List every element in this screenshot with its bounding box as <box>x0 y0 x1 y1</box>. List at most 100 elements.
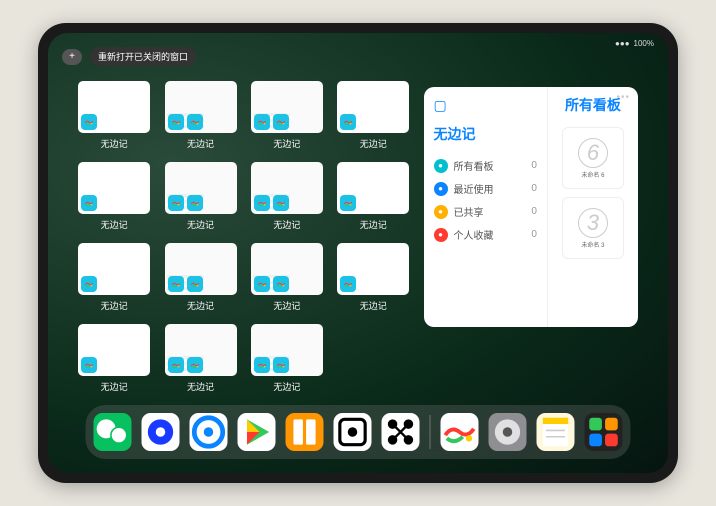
freeform-app-icon <box>254 276 270 292</box>
freeform-app-icon <box>168 114 184 130</box>
freeform-app-icon <box>340 114 356 130</box>
sidebar-item[interactable]: ●个人收藏0 <box>434 223 537 246</box>
window-card[interactable]: 无边记 <box>251 324 323 393</box>
freeform-app-icon <box>187 357 203 373</box>
window-card[interactable]: 无边记 <box>251 81 323 150</box>
dock <box>86 405 631 459</box>
freeform-app-icon <box>81 357 97 373</box>
dice-app-icon[interactable] <box>334 413 372 451</box>
clock-icon: ● <box>434 182 448 196</box>
share-icon: ● <box>434 205 448 219</box>
window-thumbnail[interactable] <box>337 162 409 214</box>
window-thumbnail[interactable] <box>165 243 237 295</box>
sidebar-item[interactable]: ●已共享0 <box>434 200 537 223</box>
window-thumbnail[interactable] <box>165 81 237 133</box>
window-label: 无边记 <box>273 218 300 231</box>
freeform-app-icon <box>273 357 289 373</box>
window-card[interactable]: 无边记 <box>251 162 323 231</box>
window-thumbnail[interactable] <box>78 162 150 214</box>
screen: ●●● 100% + 重新打开已关闭的窗口 无边记无边记无边记无边记无边记无边记… <box>48 33 668 473</box>
board-label: 未命名 3 <box>581 240 604 249</box>
board-card[interactable]: 6未命名 6 <box>562 127 624 189</box>
sidebar-item-count: 0 <box>531 206 537 217</box>
window-thumbnail[interactable] <box>165 324 237 376</box>
window-label: 无边记 <box>360 218 387 231</box>
window-thumbnail[interactable] <box>78 81 150 133</box>
more-icon[interactable]: ••• <box>616 92 630 103</box>
books-app-icon[interactable] <box>286 413 324 451</box>
window-label: 无边记 <box>273 299 300 312</box>
freeform-app-icon[interactable] <box>441 413 479 451</box>
sidebar-toggle-icon[interactable]: ▢ <box>434 97 537 114</box>
window-card[interactable]: 无边记 <box>78 81 150 150</box>
window-thumbnail[interactable] <box>251 243 323 295</box>
apps-app-icon[interactable] <box>585 413 623 451</box>
sidebar-item-label: 最近使用 <box>454 181 494 196</box>
sidebar-item[interactable]: ●最近使用0 <box>434 177 537 200</box>
window-label: 无边记 <box>360 137 387 150</box>
top-bar: + 重新打开已关闭的窗口 <box>62 47 196 66</box>
new-window-button[interactable]: + <box>62 49 82 65</box>
connect-app-icon[interactable] <box>382 413 420 451</box>
panel-right-title: 所有看板 <box>565 95 621 115</box>
window-card[interactable]: 无边记 <box>337 243 409 312</box>
window-label: 无边记 <box>101 218 128 231</box>
freeform-app-icon <box>187 195 203 211</box>
freeform-app-icon <box>273 276 289 292</box>
freeform-app-icon <box>81 276 97 292</box>
window-thumbnail[interactable] <box>251 162 323 214</box>
signal-icon: ●●● <box>615 39 630 48</box>
dock-separator <box>430 415 431 449</box>
list-icon: ● <box>434 159 448 173</box>
window-card[interactable]: 无边记 <box>164 324 236 393</box>
settings-app-icon[interactable] <box>489 413 527 451</box>
window-card[interactable]: 无边记 <box>78 324 150 393</box>
sidebar-item[interactable]: ● 所有看板 0 <box>434 154 537 177</box>
window-card[interactable]: 无边记 <box>78 243 150 312</box>
wechat-app-icon[interactable] <box>94 413 132 451</box>
sidebar-item-count: 0 <box>531 229 537 240</box>
window-label: 无边记 <box>101 380 128 393</box>
window-card[interactable]: 无边记 <box>337 162 409 231</box>
sidebar-item-count: 0 <box>531 160 537 171</box>
window-card[interactable]: 无边记 <box>164 243 236 312</box>
freeform-panel[interactable]: ••• ▢ 无边记 ●所有看板0●最近使用0●已共享0●个人收藏0 所有看板 6… <box>424 87 639 327</box>
freeform-app-icon <box>340 195 356 211</box>
workspace: 无边记无边记无边记无边记无边记无边记无边记无边记无边记无边记无边记无边记无边记无… <box>78 81 638 397</box>
ipad-device: ●●● 100% + 重新打开已关闭的窗口 无边记无边记无边记无边记无边记无边记… <box>38 23 678 483</box>
sidebar-item-label: 所有看板 <box>454 158 494 173</box>
panel-content: 所有看板 6未命名 6 3未命名 3 <box>548 87 638 327</box>
quark-app-icon[interactable] <box>142 413 180 451</box>
window-card[interactable]: 无边记 <box>78 162 150 231</box>
window-thumbnail[interactable] <box>337 81 409 133</box>
window-thumbnail[interactable] <box>165 162 237 214</box>
window-thumbnail[interactable] <box>78 324 150 376</box>
board-label: 未命名 6 <box>581 170 604 179</box>
window-thumbnail[interactable] <box>337 243 409 295</box>
reopen-closed-window-button[interactable]: 重新打开已关闭的窗口 <box>90 47 196 66</box>
freeform-app-icon <box>168 276 184 292</box>
window-thumbnail[interactable] <box>251 324 323 376</box>
board-card[interactable]: 3未命名 3 <box>562 197 624 259</box>
window-label: 无边记 <box>187 299 214 312</box>
play-app-icon[interactable] <box>238 413 276 451</box>
window-card[interactable]: 无边记 <box>164 162 236 231</box>
window-card[interactable]: 无边记 <box>251 243 323 312</box>
window-card[interactable]: 无边记 <box>164 81 236 150</box>
window-card[interactable]: 无边记 <box>337 81 409 150</box>
freeform-app-icon <box>168 195 184 211</box>
window-label: 无边记 <box>187 380 214 393</box>
window-label: 无边记 <box>187 218 214 231</box>
window-thumbnail[interactable] <box>78 243 150 295</box>
qqbrowser-app-icon[interactable] <box>190 413 228 451</box>
freeform-app-icon <box>254 195 270 211</box>
window-label: 无边记 <box>101 299 128 312</box>
freeform-app-icon <box>168 357 184 373</box>
freeform-app-icon <box>254 357 270 373</box>
freeform-app-icon <box>340 276 356 292</box>
window-thumbnail[interactable] <box>251 81 323 133</box>
freeform-app-icon <box>273 114 289 130</box>
panel-sidebar: ▢ 无边记 ●所有看板0●最近使用0●已共享0●个人收藏0 <box>424 87 548 327</box>
window-label: 无边记 <box>187 137 214 150</box>
notes-app-icon[interactable] <box>537 413 575 451</box>
